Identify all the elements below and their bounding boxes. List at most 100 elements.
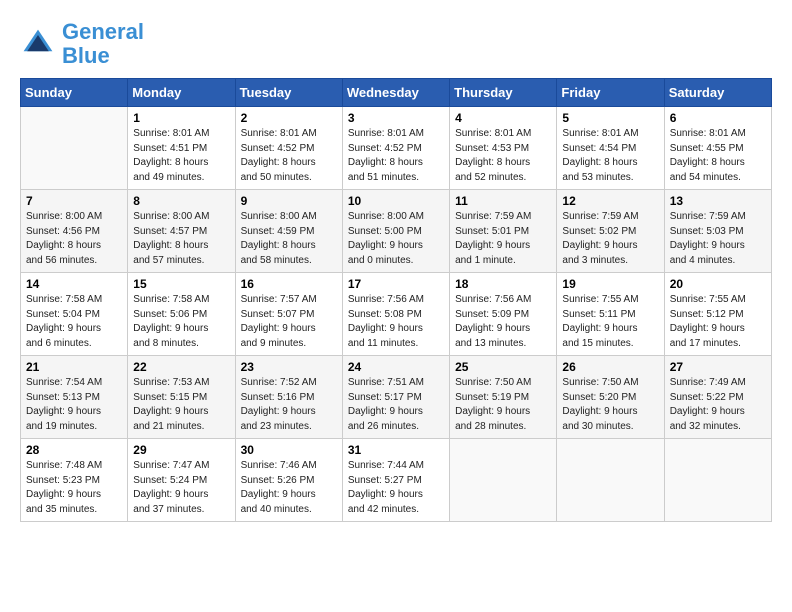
day-number: 25 [455,360,551,374]
calendar-cell [450,439,557,522]
calendar-header: SundayMondayTuesdayWednesdayThursdayFrid… [21,79,772,107]
day-info: Sunrise: 7:54 AMSunset: 5:13 PMDaylight:… [26,376,122,434]
day-number: 13 [670,194,766,208]
day-info: Sunrise: 7:50 AMSunset: 5:20 PMDaylight:… [562,376,658,434]
day-number: 17 [348,277,444,291]
calendar-cell: 20 Sunrise: 7:55 AMSunset: 5:12 PMDayligh… [664,273,771,356]
weekday-header: Sunday [21,79,128,107]
day-number: 9 [241,194,337,208]
day-info: Sunrise: 7:46 AMSunset: 5:26 PMDaylight:… [241,459,337,517]
logo: General Blue [20,20,144,68]
calendar-cell: 5 Sunrise: 8:01 AMSunset: 4:54 PMDaylight… [557,107,664,190]
calendar-cell: 19 Sunrise: 7:55 AMSunset: 5:11 PMDayligh… [557,273,664,356]
calendar-cell: 12 Sunrise: 7:59 AMSunset: 5:02 PMDayligh… [557,190,664,273]
calendar-week: 21 Sunrise: 7:54 AMSunset: 5:13 PMDayligh… [21,356,772,439]
day-info: Sunrise: 7:55 AMSunset: 5:11 PMDaylight:… [562,293,658,351]
day-number: 22 [133,360,229,374]
calendar-cell: 7 Sunrise: 8:00 AMSunset: 4:56 PMDaylight… [21,190,128,273]
day-number: 18 [455,277,551,291]
page-header: General Blue [20,20,772,68]
calendar-cell: 22 Sunrise: 7:53 AMSunset: 5:15 PMDayligh… [128,356,235,439]
calendar-cell: 16 Sunrise: 7:57 AMSunset: 5:07 PMDayligh… [235,273,342,356]
day-info: Sunrise: 7:49 AMSunset: 5:22 PMDaylight:… [670,376,766,434]
calendar-cell: 14 Sunrise: 7:58 AMSunset: 5:04 PMDayligh… [21,273,128,356]
calendar-cell: 24Sunrise: 7:51 AMSunset: 5:17 PMDayligh… [342,356,449,439]
logo-text: General Blue [62,20,144,68]
day-number: 31 [348,443,444,457]
day-number: 10 [348,194,444,208]
day-number: 8 [133,194,229,208]
calendar-cell: 31 Sunrise: 7:44 AMSunset: 5:27 PMDayligh… [342,439,449,522]
calendar-cell: 26 Sunrise: 7:50 AMSunset: 5:20 PMDayligh… [557,356,664,439]
weekday-header: Monday [128,79,235,107]
day-number: 20 [670,277,766,291]
day-number: 7 [26,194,122,208]
day-number: 16 [241,277,337,291]
calendar-cell: 10 Sunrise: 8:00 AMSunset: 5:00 PMDayligh… [342,190,449,273]
calendar-cell [21,107,128,190]
day-number: 11 [455,194,551,208]
calendar-week: 14 Sunrise: 7:58 AMSunset: 5:04 PMDayligh… [21,273,772,356]
day-info: Sunrise: 7:47 AMSunset: 5:24 PMDaylight:… [133,459,229,517]
calendar-cell: 6Sunrise: 8:01 AMSunset: 4:55 PMDaylight… [664,107,771,190]
day-number: 29 [133,443,229,457]
day-info: Sunrise: 7:56 AMSunset: 5:09 PMDaylight:… [455,293,551,351]
calendar-cell: 1 Sunrise: 8:01 AMSunset: 4:51 PMDaylight… [128,107,235,190]
day-info: Sunrise: 7:55 AMSunset: 5:12 PMDaylight:… [670,293,766,351]
day-number: 21 [26,360,122,374]
day-number: 12 [562,194,658,208]
day-info: Sunrise: 7:53 AMSunset: 5:15 PMDaylight:… [133,376,229,434]
day-number: 28 [26,443,122,457]
calendar-cell: 27 Sunrise: 7:49 AMSunset: 5:22 PMDayligh… [664,356,771,439]
calendar-cell: 28Sunrise: 7:48 AMSunset: 5:23 PMDayligh… [21,439,128,522]
weekday-header: Thursday [450,79,557,107]
day-info: Sunrise: 8:00 AMSunset: 5:00 PMDaylight:… [348,210,444,268]
day-number: 27 [670,360,766,374]
day-info: Sunrise: 8:00 AMSunset: 4:59 PMDaylight:… [241,210,337,268]
calendar-cell: 17Sunrise: 7:56 AMSunset: 5:08 PMDayligh… [342,273,449,356]
calendar-cell: 3Sunrise: 8:01 AMSunset: 4:52 PMDaylight… [342,107,449,190]
day-info: Sunrise: 8:01 AMSunset: 4:52 PMDaylight:… [241,127,337,185]
day-info: Sunrise: 8:00 AMSunset: 4:56 PMDaylight:… [26,210,122,268]
calendar-cell: 11 Sunrise: 7:59 AMSunset: 5:01 PMDayligh… [450,190,557,273]
day-number: 2 [241,111,337,125]
day-info: Sunrise: 8:01 AMSunset: 4:53 PMDaylight:… [455,127,551,185]
day-info: Sunrise: 7:44 AMSunset: 5:27 PMDaylight:… [348,459,444,517]
day-info: Sunrise: 7:57 AMSunset: 5:07 PMDaylight:… [241,293,337,351]
weekday-header: Friday [557,79,664,107]
day-number: 6 [670,111,766,125]
day-info: Sunrise: 7:58 AMSunset: 5:06 PMDaylight:… [133,293,229,351]
day-info: Sunrise: 7:59 AMSunset: 5:01 PMDaylight:… [455,210,551,268]
calendar-cell: 9 Sunrise: 8:00 AMSunset: 4:59 PMDaylight… [235,190,342,273]
day-info: Sunrise: 7:59 AMSunset: 5:02 PMDaylight:… [562,210,658,268]
day-info: Sunrise: 8:01 AMSunset: 4:54 PMDaylight:… [562,127,658,185]
day-info: Sunrise: 8:01 AMSunset: 4:52 PMDaylight:… [348,127,444,185]
calendar-cell: 4 Sunrise: 8:01 AMSunset: 4:53 PMDaylight… [450,107,557,190]
day-number: 15 [133,277,229,291]
day-number: 24 [348,360,444,374]
calendar-cell: 21 Sunrise: 7:54 AMSunset: 5:13 PMDayligh… [21,356,128,439]
calendar-cell [664,439,771,522]
calendar-cell: 25 Sunrise: 7:50 AMSunset: 5:19 PMDayligh… [450,356,557,439]
day-number: 26 [562,360,658,374]
calendar-week: 1 Sunrise: 8:01 AMSunset: 4:51 PMDaylight… [21,107,772,190]
day-number: 1 [133,111,229,125]
calendar-cell: 8 Sunrise: 8:00 AMSunset: 4:57 PMDaylight… [128,190,235,273]
day-number: 4 [455,111,551,125]
calendar-cell: 13 Sunrise: 7:59 AMSunset: 5:03 PMDayligh… [664,190,771,273]
weekday-header: Saturday [664,79,771,107]
day-number: 14 [26,277,122,291]
calendar-cell: 29 Sunrise: 7:47 AMSunset: 5:24 PMDayligh… [128,439,235,522]
calendar-cell: 18 Sunrise: 7:56 AMSunset: 5:09 PMDayligh… [450,273,557,356]
day-info: Sunrise: 8:01 AMSunset: 4:51 PMDaylight:… [133,127,229,185]
day-info: Sunrise: 7:50 AMSunset: 5:19 PMDaylight:… [455,376,551,434]
day-info: Sunrise: 7:58 AMSunset: 5:04 PMDaylight:… [26,293,122,351]
weekday-header: Wednesday [342,79,449,107]
day-info: Sunrise: 8:00 AMSunset: 4:57 PMDaylight:… [133,210,229,268]
calendar-cell: 15 Sunrise: 7:58 AMSunset: 5:06 PMDayligh… [128,273,235,356]
logo-icon [20,26,56,62]
day-info: Sunrise: 7:59 AMSunset: 5:03 PMDaylight:… [670,210,766,268]
calendar-cell: 23Sunrise: 7:52 AMSunset: 5:16 PMDayligh… [235,356,342,439]
day-number: 5 [562,111,658,125]
day-number: 19 [562,277,658,291]
